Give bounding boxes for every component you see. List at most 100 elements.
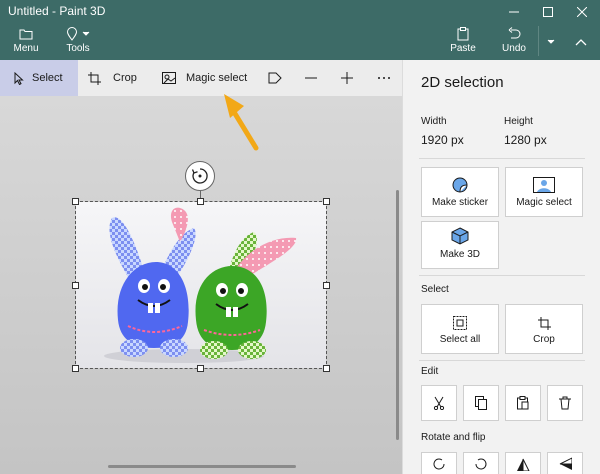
resize-handle-right[interactable] [323,282,330,289]
ellipsis-icon [378,77,390,79]
make-sticker-label: Make sticker [431,197,489,208]
horizontal-scrollbar[interactable] [108,465,296,468]
magic-select-button[interactable]: Magic select [505,167,583,217]
divider [419,360,585,361]
undo-icon [507,26,521,42]
rotate-handle[interactable] [185,161,215,191]
resize-handle-bottom-left[interactable] [72,365,79,372]
select-tool[interactable]: Select [0,60,78,96]
magic-select-icon [533,177,555,193]
maximize-button[interactable] [531,0,565,24]
close-icon [577,7,587,17]
resize-handle-left[interactable] [72,282,79,289]
divider [419,275,585,276]
resize-handle-top-right[interactable] [323,198,330,205]
scissors-icon [433,396,445,410]
chevron-down-icon [82,31,90,36]
minus-icon [305,77,317,79]
rotate-left-button[interactable] [421,452,457,474]
undo-label: Undo [502,43,526,54]
flip-horizontal-icon [559,456,572,470]
crop-button[interactable]: Crop [505,304,583,354]
trash-icon [559,396,571,410]
rotate-right-button[interactable] [463,452,499,474]
magic-select-icon [162,72,176,84]
undo-button[interactable]: Undo [498,26,530,58]
crop-icon [537,317,551,330]
paste-button[interactable] [505,385,541,421]
vertical-scrollbar[interactable] [396,190,399,440]
select-section-title: Select [421,284,449,295]
maximize-icon [543,7,553,17]
flip-horizontal-button[interactable] [547,452,583,474]
resize-handle-bottom[interactable] [197,365,204,372]
tools-label: Tools [66,43,90,54]
ribbon-divider [538,26,539,56]
height-value[interactable]: 1280 px [504,133,547,147]
title-bar: Untitled - Paint 3D Menu Tools Paste Und… [0,0,600,60]
paste-icon [517,396,529,410]
selection-panel: 2D selection Width 1920 px Height 1280 p… [402,60,600,474]
paste-label: Paste [450,43,476,54]
panel-title: 2D selection [421,74,504,91]
select-tool-label: Select [32,72,63,84]
minimize-icon [509,11,519,13]
cut-button[interactable] [421,385,457,421]
history-dropdown-button[interactable] [542,30,560,54]
rotate-left-icon [433,458,445,469]
chevron-up-icon [575,39,587,46]
flip-vertical-icon [517,458,530,471]
tool-strip: Select Crop Magic select [0,60,402,96]
crop-icon [88,71,101,85]
edit-section-title: Edit [421,366,439,377]
minimize-button[interactable] [497,0,531,24]
crop-button-label: Crop [533,334,555,345]
rotate-icon [191,168,208,184]
window-title: Untitled - Paint 3D [8,4,106,18]
copy-icon [475,396,487,410]
zoom-in-button[interactable] [341,60,357,96]
zoom-out-button[interactable] [305,60,321,96]
crop-tool-label: Crop [113,72,137,84]
canvas-area[interactable] [0,96,402,474]
resize-handle-top[interactable] [197,198,204,205]
collapse-ribbon-button[interactable] [568,30,594,54]
paste-button[interactable]: Paste [448,26,478,58]
make-3d-label: Make 3D [439,249,480,260]
select-all-icon [453,316,467,330]
folder-icon [19,26,33,42]
rotate-flip-section-title: Rotate and flip [421,432,486,443]
chevron-down-icon [547,39,555,44]
sticker-icon [452,177,468,193]
close-button[interactable] [565,0,599,24]
selection-box[interactable] [75,201,327,369]
cube-icon [451,227,469,245]
magic-select-button-label: Magic select [516,197,572,208]
resize-handle-bottom-right[interactable] [323,365,330,372]
crop-tool[interactable]: Crop [88,60,148,96]
height-label: Height [504,116,533,127]
select-all-button[interactable]: Select all [421,304,499,354]
copy-button[interactable] [463,385,499,421]
width-label: Width [421,116,447,127]
cursor-icon [14,71,24,85]
flag-icon [268,72,282,84]
menu-label: Menu [13,43,39,54]
make-sticker-button[interactable]: Make sticker [421,167,499,217]
flip-vertical-button[interactable] [505,452,541,474]
flag-tool[interactable] [268,60,286,96]
more-options-button[interactable] [377,60,393,96]
rotate-right-icon [475,458,487,469]
menu-button[interactable]: Menu [10,26,42,58]
location-pin-icon [66,27,78,41]
tools-button[interactable]: Tools [60,26,96,58]
annotation-arrow-icon [224,94,259,151]
divider [419,158,585,159]
select-all-label: Select all [439,334,481,345]
delete-button[interactable] [547,385,583,421]
make-3d-button[interactable]: Make 3D [421,221,499,269]
magic-select-tool-label: Magic select [186,72,248,84]
resize-handle-top-left[interactable] [72,198,79,205]
width-value[interactable]: 1920 px [421,133,464,147]
paste-icon [457,26,469,42]
